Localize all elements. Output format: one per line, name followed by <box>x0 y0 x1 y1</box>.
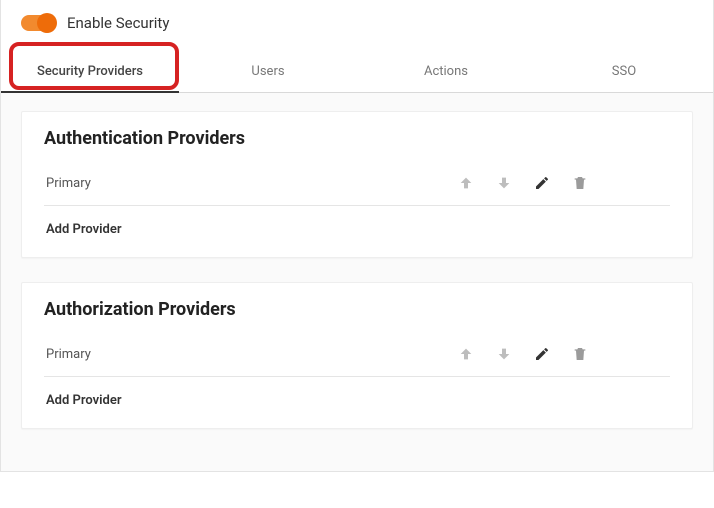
arrow-up-icon[interactable] <box>458 346 474 362</box>
toggle-knob <box>37 13 57 33</box>
header: Enable Security <box>1 0 713 34</box>
add-provider-button[interactable]: Add Provider <box>44 206 670 245</box>
authentication-providers-card: Authentication Providers Primary <box>21 111 693 258</box>
row-actions <box>458 346 668 362</box>
tab-actions[interactable]: Actions <box>357 54 535 92</box>
provider-name: Primary <box>46 176 458 191</box>
security-settings-page: Enable Security Security Providers Users… <box>0 0 714 472</box>
arrow-down-icon[interactable] <box>496 346 512 362</box>
pencil-icon[interactable] <box>534 346 550 362</box>
tab-security-providers[interactable]: Security Providers <box>1 54 179 93</box>
provider-row: Primary <box>44 165 670 206</box>
authorization-providers-card: Authorization Providers Primary <box>21 282 693 429</box>
enable-security-toggle[interactable] <box>21 15 55 31</box>
tab-sso[interactable]: SSO <box>535 54 713 92</box>
card-title: Authentication Providers <box>44 128 670 149</box>
tab-users[interactable]: Users <box>179 54 357 92</box>
card-title: Authorization Providers <box>44 299 670 320</box>
row-actions <box>458 175 668 191</box>
provider-row: Primary <box>44 336 670 377</box>
header-title: Enable Security <box>67 14 169 32</box>
provider-name: Primary <box>46 347 458 362</box>
tabs: Security Providers Users Actions SSO <box>1 34 713 93</box>
trash-icon[interactable] <box>572 346 588 362</box>
arrow-down-icon[interactable] <box>496 175 512 191</box>
arrow-up-icon[interactable] <box>458 175 474 191</box>
content: Authentication Providers Primary <box>1 93 713 471</box>
pencil-icon[interactable] <box>534 175 550 191</box>
trash-icon[interactable] <box>572 175 588 191</box>
add-provider-button[interactable]: Add Provider <box>44 377 670 416</box>
